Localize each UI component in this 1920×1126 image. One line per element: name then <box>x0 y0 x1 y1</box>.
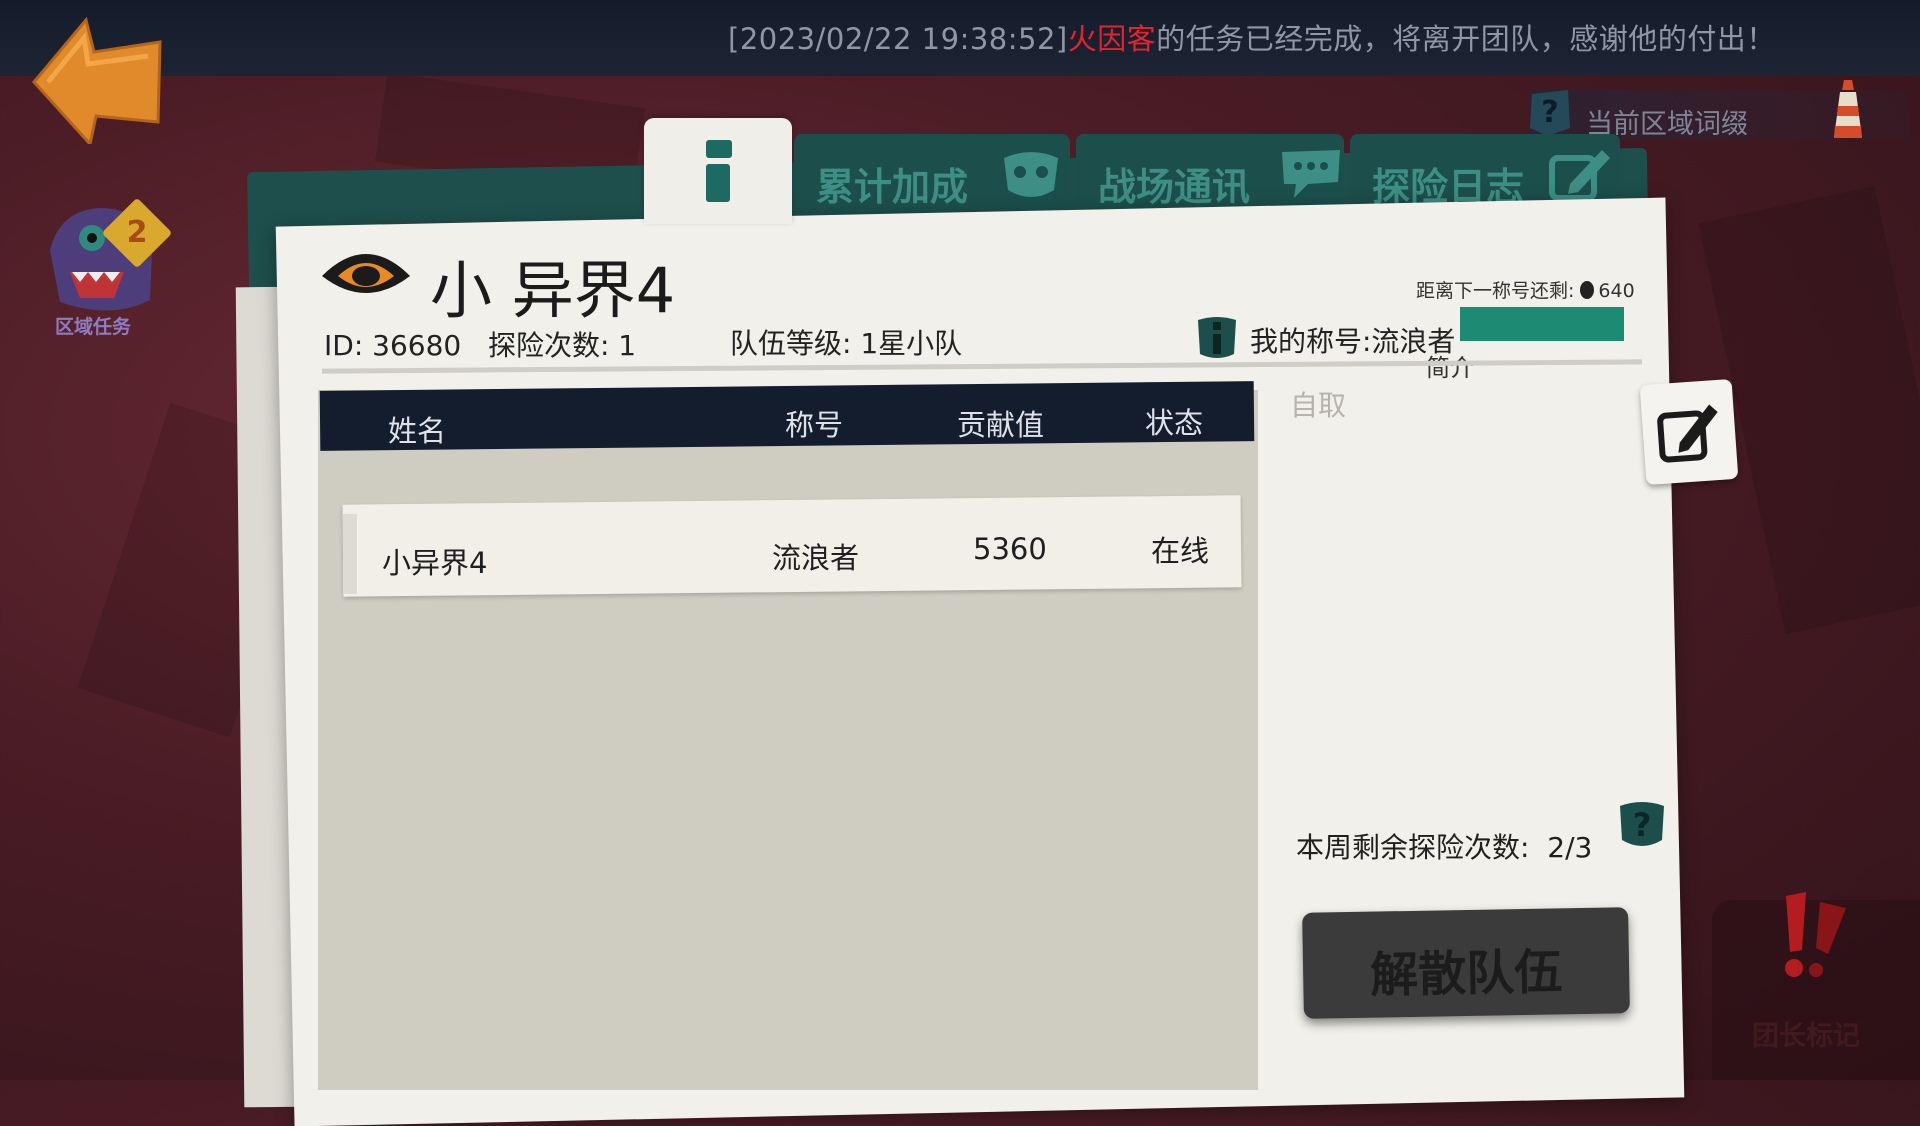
tab-label: 战场通讯 <box>1098 165 1251 209</box>
svg-text:?: ? <box>1633 806 1652 844</box>
notification-player-name: 火因客 <box>1067 22 1157 56</box>
team-id: ID: 36680 <box>324 329 462 362</box>
help-icon[interactable]: ? <box>1528 88 1572 138</box>
notification-timestamp: [2023/02/22 19:38:52] <box>728 22 1068 56</box>
explore-count: 探险次数: 1 <box>487 329 637 362</box>
quest-label: 区域任务 <box>54 316 131 338</box>
tab-team-info[interactable] <box>644 118 792 224</box>
exclamation-icon <box>1785 892 1846 977</box>
title-info-icon[interactable] <box>1194 314 1240 362</box>
next-title-progress: 距离下一称号还剩: 640 <box>1416 276 1635 303</box>
notification-message: 的任务已经完成，将离开团队，感谢他的付出！ <box>1156 22 1776 56</box>
edit-icon <box>1657 404 1718 463</box>
eye-icon <box>322 254 410 293</box>
member-table <box>318 390 1258 1090</box>
column-header-contribution: 贡献值 <box>957 408 1045 442</box>
back-arrow-icon[interactable] <box>24 12 164 144</box>
lighthouse-icon[interactable] <box>1824 78 1872 144</box>
column-header-title: 称号 <box>785 408 844 442</box>
dissolve-team-button[interactable]: 解散队伍 <box>1302 907 1630 1019</box>
team-name: 小 异界4 <box>430 254 676 327</box>
row-stripe <box>343 514 357 594</box>
chat-icon <box>1282 150 1340 198</box>
svg-text:?: ? <box>1541 95 1558 130</box>
next-title-value: 640 <box>1598 280 1635 302</box>
member-name: 小异界4 <box>382 546 488 580</box>
mask-icon <box>1004 152 1058 197</box>
leader-mark-label: 团长标记 <box>1752 1021 1860 1052</box>
help-icon[interactable]: ? <box>1616 798 1668 852</box>
weekly-label: 本周剩余探险次数: <box>1296 831 1530 864</box>
edit-icon <box>1549 150 1610 201</box>
info-icon <box>706 140 732 202</box>
column-header-name: 姓名 <box>388 414 447 448</box>
member-status: 在线 <box>1151 534 1210 568</box>
my-title: 我的称号:流浪者 <box>1250 325 1456 358</box>
title-progress-bar <box>1460 307 1624 341</box>
next-title-label: 距离下一称号还剩: <box>1416 280 1575 302</box>
member-contribution: 5360 <box>973 532 1047 566</box>
tab-battlefield-comms[interactable]: 战场通讯 <box>1076 134 1344 214</box>
intro-text: 自取 <box>1290 389 1347 422</box>
dissolve-label: 解散队伍 <box>1369 944 1563 1004</box>
column-header-status: 状态 <box>1145 406 1204 440</box>
coin-icon <box>1580 281 1595 299</box>
tab-cumulative-bonus[interactable]: 累计加成 <box>794 134 1070 214</box>
edit-intro-button[interactable] <box>1639 378 1739 486</box>
team-stats: ID: 36680 探险次数: 1 <box>324 324 636 364</box>
weekly-explore-remaining: 本周剩余探险次数: 2/3 <box>1296 826 1592 866</box>
tab-label: 累计加成 <box>816 165 969 209</box>
notification-text: [2023/02/22 19:38:52]火因客的任务已经完成，将离开团队，感谢… <box>728 16 1776 58</box>
quest-count-badge: 2 <box>101 197 173 269</box>
weekly-value: 2/3 <box>1547 831 1593 864</box>
team-level: 队伍等级: 1星小队 <box>730 327 963 360</box>
member-title: 流浪者 <box>772 541 860 575</box>
